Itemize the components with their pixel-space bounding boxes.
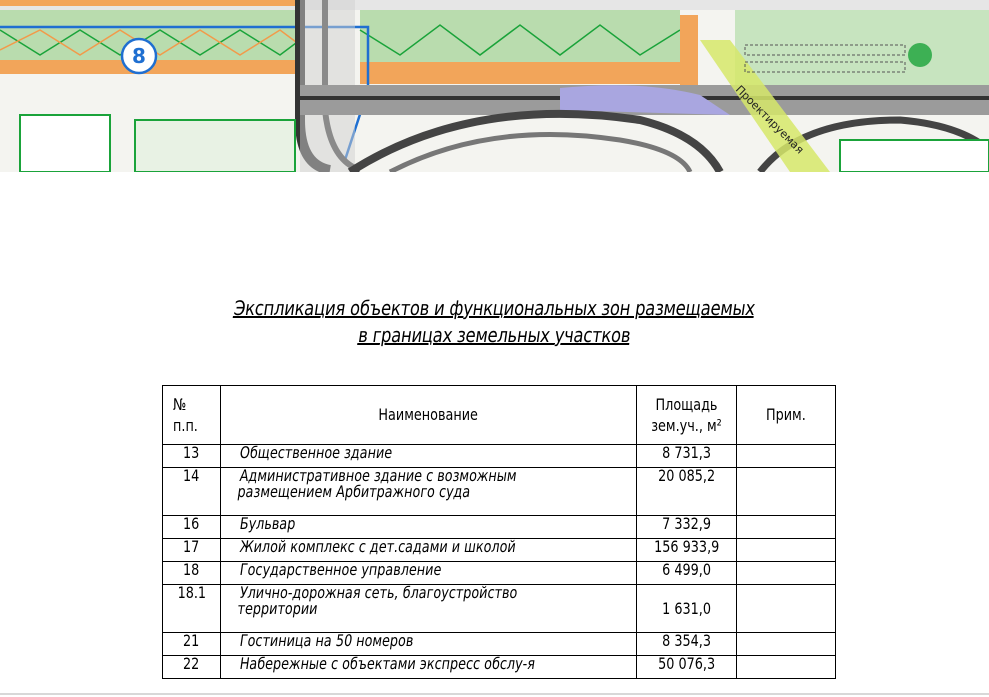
row-number: 14 <box>183 466 200 485</box>
row-name: Бульвар <box>238 514 297 533</box>
table-row: 14 Административное здание с возможным р… <box>162 466 836 516</box>
plot-outline-1 <box>19 114 111 172</box>
row-note <box>736 632 836 656</box>
row-number: 17 <box>183 537 200 556</box>
title-line-1: Экспликация объектов и функциональных зо… <box>232 296 757 320</box>
zone-marker-number: 8 <box>132 44 146 68</box>
row-number: 16 <box>183 514 200 533</box>
row-area: 20 085,2 <box>658 466 715 485</box>
row-note <box>736 444 836 468</box>
explication-table: № п.п. Наименование Площадь зем.уч., м² … <box>162 385 836 679</box>
row-area: 7 332,9 <box>662 514 711 533</box>
row-number: 13 <box>183 443 200 462</box>
plot-outline-2 <box>134 119 296 172</box>
row-area: 8 731,3 <box>662 443 711 462</box>
row-name: Улично-дорожная сеть, благоустройство те… <box>236 583 519 618</box>
green-circle-marker <box>908 43 932 67</box>
row-name: Гостиница на 50 номеров <box>238 631 415 650</box>
row-name: Общественное здание <box>238 443 394 462</box>
header-name: Наименование <box>220 385 637 445</box>
row-name: Набережные с объектами экспресс обслу-я <box>238 654 537 673</box>
orange-band-center <box>360 62 695 84</box>
row-note <box>736 515 836 539</box>
bottom-divider <box>0 693 989 695</box>
row-area: 156 933,9 <box>653 537 720 556</box>
table-row: 17 Жилой комплекс с дет.садами и школой … <box>162 537 836 562</box>
green-zone-center <box>360 10 680 65</box>
table-row: 13 Общественное здание 8 731,3 <box>162 443 836 468</box>
header-note-label: Прим. <box>766 405 806 424</box>
header-number: № п.п. <box>162 385 221 445</box>
row-area: 1 631,0 <box>662 598 711 618</box>
row-number: 22 <box>183 654 200 673</box>
row-area: 50 076,3 <box>658 654 715 673</box>
header-area: Площадь зем.уч., м² <box>636 385 737 445</box>
green-zone-right <box>735 10 989 85</box>
row-note <box>736 655 836 679</box>
table-header-row: № п.п. Наименование Площадь зем.уч., м² … <box>162 385 836 445</box>
row-note <box>736 538 836 562</box>
row-area: 8 354,3 <box>662 631 711 650</box>
row-note <box>736 561 836 585</box>
table-row: 16 Бульвар 7 332,9 <box>162 514 836 539</box>
plot-outline-3 <box>839 139 989 172</box>
row-note <box>736 467 836 516</box>
header-number-symbol: № <box>173 395 187 414</box>
header-area-line2: зем.уч., м² <box>651 416 722 435</box>
table-row: 18.1 Улично-дорожная сеть, благоустройст… <box>162 583 836 633</box>
row-name: Государственное управление <box>238 560 443 579</box>
row-area: 6 499,0 <box>662 560 711 579</box>
map-drawing: 8 Проектируемая <box>0 0 989 172</box>
header-number-abbr: п.п. <box>173 416 198 435</box>
table-row: 22 Набережные с объектами экспресс обслу… <box>162 654 836 679</box>
row-number: 18 <box>183 560 200 579</box>
table-row: 18 Государственное управление 6 499,0 <box>162 560 836 585</box>
header-name-label: Наименование <box>378 405 479 424</box>
table-row: 21 Гостиница на 50 номеров 8 354,3 <box>162 631 836 656</box>
header-area-line1: Площадь <box>655 395 718 414</box>
row-number: 21 <box>183 631 200 650</box>
row-name: Административное здание с возможным разм… <box>236 466 519 501</box>
top-orange-band <box>0 0 300 6</box>
row-number: 18.1 <box>177 583 206 602</box>
orange-vertical <box>680 15 698 85</box>
title-line-2: в границах земельных участков <box>356 323 633 347</box>
map-fragment: 8 Проектируемая <box>0 0 989 172</box>
header-note: Прим. <box>736 385 836 445</box>
row-note <box>736 584 836 633</box>
row-name: Жилой комплекс с дет.садами и школой <box>238 537 518 556</box>
